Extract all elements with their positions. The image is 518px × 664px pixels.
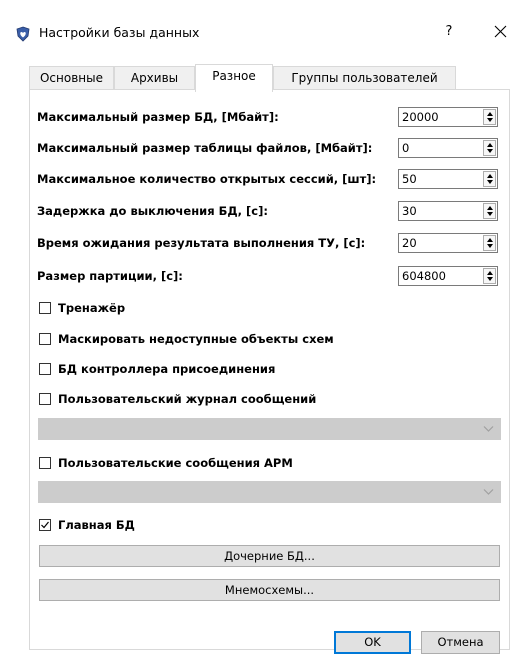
max-sessions-label: Максимальное количество открытых сессий,…: [37, 172, 377, 186]
window-title: Настройки базы данных: [39, 25, 200, 40]
main-db-checkbox-label[interactable]: Главная БД: [58, 518, 135, 533]
partition-size-value[interactable]: 604800: [402, 269, 446, 284]
checkbox-box[interactable]: [39, 302, 51, 314]
spinner-arrows-icon[interactable]: [483, 203, 496, 219]
tu-timeout-label: Время ожидания результата выполнения ТУ,…: [37, 236, 366, 250]
title-bar: Настройки базы данных ?: [0, 0, 518, 56]
shutdown-delay-value[interactable]: 30: [402, 204, 417, 219]
trainer-checkbox-label[interactable]: Тренажёр: [58, 301, 125, 316]
shield-heart-icon: [15, 26, 31, 42]
max-db-size-label: Максимальный размер БД, [Мбайт]:: [37, 110, 279, 124]
chevron-down-icon: [483, 426, 494, 432]
checkbox-box[interactable]: [39, 457, 51, 469]
tu-timeout-spinner[interactable]: 20: [398, 233, 498, 253]
partition-size-spinner[interactable]: 604800: [398, 266, 498, 286]
child-db-button[interactable]: Дочерние БД...: [39, 545, 500, 567]
checkbox-box[interactable]: [39, 363, 51, 375]
max-db-size-value[interactable]: 20000: [402, 110, 439, 125]
checkbox-box[interactable]: [39, 393, 51, 405]
tu-timeout-value[interactable]: 20: [402, 236, 417, 251]
max-db-size-spinner[interactable]: 20000: [398, 107, 498, 127]
max-file-table-size-spinner[interactable]: 0: [398, 138, 498, 158]
tab-user-groups[interactable]: Группы пользователей: [273, 66, 456, 90]
arm-messages-combo: [38, 481, 501, 503]
mask-objects-checkbox-label[interactable]: Маскировать недоступные объекты схем: [58, 332, 334, 347]
tab-panel-misc: Максимальный размер БД, [Мбайт]: 20000 М…: [29, 89, 510, 650]
shutdown-delay-label: Задержка до выключения БД, [с]:: [37, 204, 268, 218]
chevron-down-icon: [483, 489, 494, 495]
max-sessions-value[interactable]: 50: [402, 172, 417, 187]
mnemo-schemes-button[interactable]: Мнемосхемы...: [39, 579, 500, 601]
checkbox-box[interactable]: [39, 333, 51, 345]
spinner-arrows-icon[interactable]: [483, 109, 496, 125]
cancel-button[interactable]: Отмена: [421, 631, 500, 654]
spinner-arrows-icon[interactable]: [483, 140, 496, 156]
checkmark-icon: [41, 521, 49, 529]
help-button[interactable]: ?: [434, 20, 464, 44]
controller-db-checkbox-label[interactable]: БД контроллера присоединения: [58, 362, 275, 377]
tab-main[interactable]: Основные: [29, 66, 114, 90]
user-journal-checkbox-label[interactable]: Пользовательский журнал сообщений: [58, 392, 316, 407]
arm-messages-checkbox-label[interactable]: Пользовательские сообщения АРМ: [58, 456, 293, 471]
spinner-arrows-icon[interactable]: [483, 171, 496, 187]
max-file-table-size-label: Максимальный размер таблицы файлов, [Мба…: [37, 141, 373, 155]
spinner-arrows-icon[interactable]: [483, 268, 496, 284]
close-button[interactable]: [486, 20, 516, 44]
ok-button[interactable]: OK: [334, 631, 411, 654]
tab-archives[interactable]: Архивы: [114, 66, 195, 90]
checkbox-box[interactable]: [39, 519, 51, 531]
shutdown-delay-spinner[interactable]: 30: [398, 201, 498, 221]
user-journal-combo: [38, 418, 501, 440]
max-file-table-size-value[interactable]: 0: [402, 141, 409, 156]
partition-size-label: Размер партиции, [с]:: [37, 269, 183, 283]
tab-misc[interactable]: Разное: [195, 64, 273, 92]
max-sessions-spinner[interactable]: 50: [398, 169, 498, 189]
close-icon: [494, 25, 507, 38]
spinner-arrows-icon[interactable]: [483, 235, 496, 251]
